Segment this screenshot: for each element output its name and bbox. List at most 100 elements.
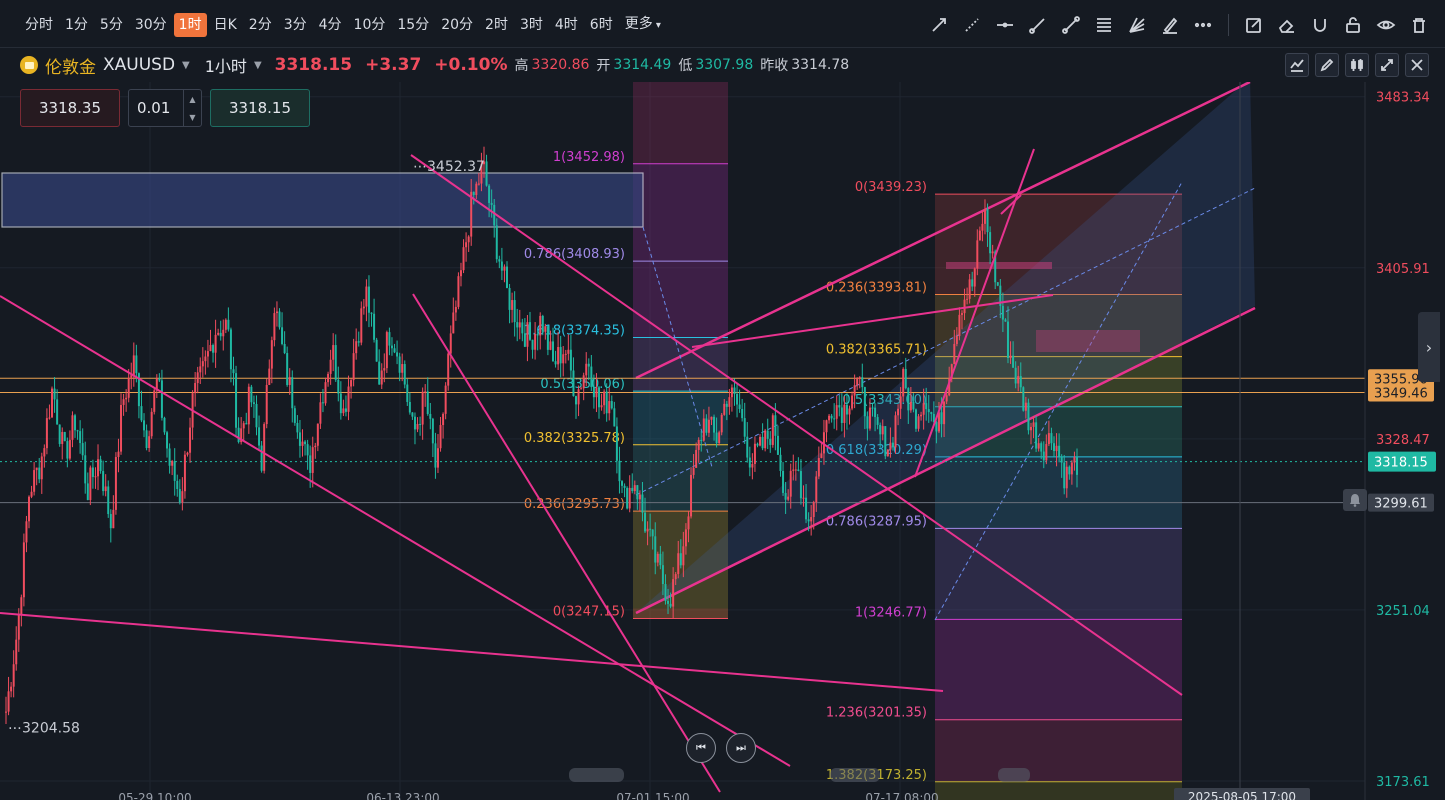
candle-body (186, 452, 189, 455)
price-axis-label: 3173.61 (1376, 775, 1430, 790)
dashed-line-icon[interactable] (960, 13, 984, 37)
chart-canvas[interactable]: 1(3452.98) 0.786(3408.93) 1.618(3374.35) 0.… (0, 82, 1445, 800)
candle-body (707, 419, 710, 433)
candle-body (692, 467, 695, 475)
fib-level-label: 0.786(3287.95) (826, 514, 927, 529)
trend-line-icon[interactable] (927, 13, 951, 37)
fullscreen-icon[interactable] (1375, 53, 1399, 77)
candle-body (232, 369, 235, 374)
candle-body (631, 487, 634, 492)
timeframe-13[interactable]: 3时 (515, 13, 548, 37)
candle-body (477, 183, 480, 185)
trash-icon[interactable] (1407, 13, 1431, 37)
candle-body (125, 397, 128, 400)
timeframe-15[interactable]: 6时 (585, 13, 618, 37)
more-icon[interactable] (1191, 13, 1215, 37)
candle-body (644, 512, 647, 532)
lock-icon[interactable] (1341, 13, 1365, 37)
candle-body (99, 459, 102, 472)
candle-body (971, 279, 974, 287)
fib-band (633, 163, 728, 262)
timeframe-6[interactable]: 2分 (244, 13, 277, 37)
timeframe-11[interactable]: 20分 (436, 13, 478, 37)
candle-body (1017, 375, 1020, 384)
candle-body (805, 497, 808, 520)
candle-body (656, 553, 659, 563)
candle-body (868, 407, 871, 429)
scroll-end-button[interactable]: ⏭ (726, 733, 756, 763)
fan-icon[interactable] (1125, 13, 1149, 37)
candle-body (250, 386, 253, 403)
timeframe-9[interactable]: 10分 (349, 13, 391, 37)
timeframe-5[interactable]: 日K (209, 13, 242, 37)
candle-body (321, 402, 324, 404)
candle-body (153, 390, 156, 412)
chevron-down-icon[interactable]: ▾ (653, 20, 661, 31)
chevron-down-icon[interactable]: ▼ (189, 113, 195, 122)
pencil-icon[interactable] (1315, 53, 1339, 77)
candle-body (68, 439, 71, 459)
symbol-name[interactable]: 伦敦金 (45, 53, 96, 78)
symbol-code[interactable]: XAUUSD (103, 55, 175, 75)
timeframe-7[interactable]: 3分 (279, 13, 312, 37)
eye-icon[interactable] (1374, 13, 1398, 37)
timeframe-16[interactable]: 更多 ▾ (620, 12, 666, 38)
candle-body (408, 401, 411, 413)
candle-body (1060, 456, 1063, 463)
candle-body (600, 405, 603, 408)
candle-body (899, 396, 902, 409)
interval-selector[interactable]: 1小时 (205, 53, 247, 77)
low-label: 低 (678, 58, 693, 74)
stepper-arrows[interactable]: ▲ ▼ (183, 90, 201, 126)
expand-panel-arrow[interactable]: › (1418, 312, 1440, 382)
timeframe-14[interactable]: 4时 (550, 13, 583, 37)
candle-style-icon[interactable] (1345, 53, 1369, 77)
timeframe-4[interactable]: 1时 (173, 13, 207, 37)
close-icon[interactable] (1405, 53, 1429, 77)
candle-body (909, 401, 912, 411)
magnet-icon[interactable] (1308, 13, 1332, 37)
timeframe-10[interactable]: 15分 (392, 13, 434, 37)
candle-body (736, 393, 739, 405)
candle-body (996, 282, 999, 286)
chevron-up-icon[interactable]: ▲ (189, 95, 195, 104)
candle-body (263, 424, 266, 471)
blurred-marker (998, 768, 1030, 782)
candle-body (33, 470, 36, 492)
timeframe-1[interactable]: 1分 (60, 13, 93, 37)
eraser-icon[interactable] (1275, 13, 1299, 37)
segment-icon[interactable] (1059, 13, 1083, 37)
timeframe-3[interactable]: 30分 (130, 13, 172, 37)
brush-icon[interactable] (1158, 13, 1182, 37)
timeframe-12[interactable]: 2时 (480, 13, 513, 37)
alert-bell-icon[interactable] (1343, 489, 1367, 511)
candle-body (459, 270, 462, 277)
scroll-start-button[interactable]: ⏮ (686, 733, 716, 763)
candle-body (178, 489, 181, 503)
chevron-down-icon[interactable]: ▼ (182, 60, 190, 71)
candle-body (746, 436, 749, 458)
ray-icon[interactable] (1026, 13, 1050, 37)
candle-body (1042, 451, 1045, 461)
candle-body (89, 467, 92, 501)
candle-body (646, 528, 649, 532)
candle-body (654, 536, 657, 563)
quantity-value[interactable]: 0.01 (137, 99, 170, 117)
edit-icon[interactable] (1242, 13, 1266, 37)
candle-body (283, 343, 286, 354)
chevron-down-icon[interactable]: ▼ (254, 60, 262, 71)
fibonacci-icon[interactable] (1092, 13, 1116, 37)
buy-button[interactable]: 3318.15 (210, 89, 310, 127)
quantity-stepper[interactable]: 0.01 ▲ ▼ (128, 89, 202, 127)
candle-body (424, 391, 427, 393)
price-chart[interactable]: 1(3452.98) 0.786(3408.93) 1.618(3374.35) 0.… (0, 82, 1445, 800)
candle-body (76, 430, 79, 432)
timeframe-0[interactable]: 分时 (20, 13, 58, 37)
candle-body (715, 432, 718, 444)
sell-button[interactable]: 3318.35 (20, 89, 120, 127)
timeframe-8[interactable]: 4分 (314, 13, 347, 37)
indicator-icon[interactable] (1285, 53, 1309, 77)
timeframe-2[interactable]: 5分 (95, 13, 128, 37)
horizontal-line-icon[interactable] (993, 13, 1017, 37)
candle-body (585, 363, 588, 376)
